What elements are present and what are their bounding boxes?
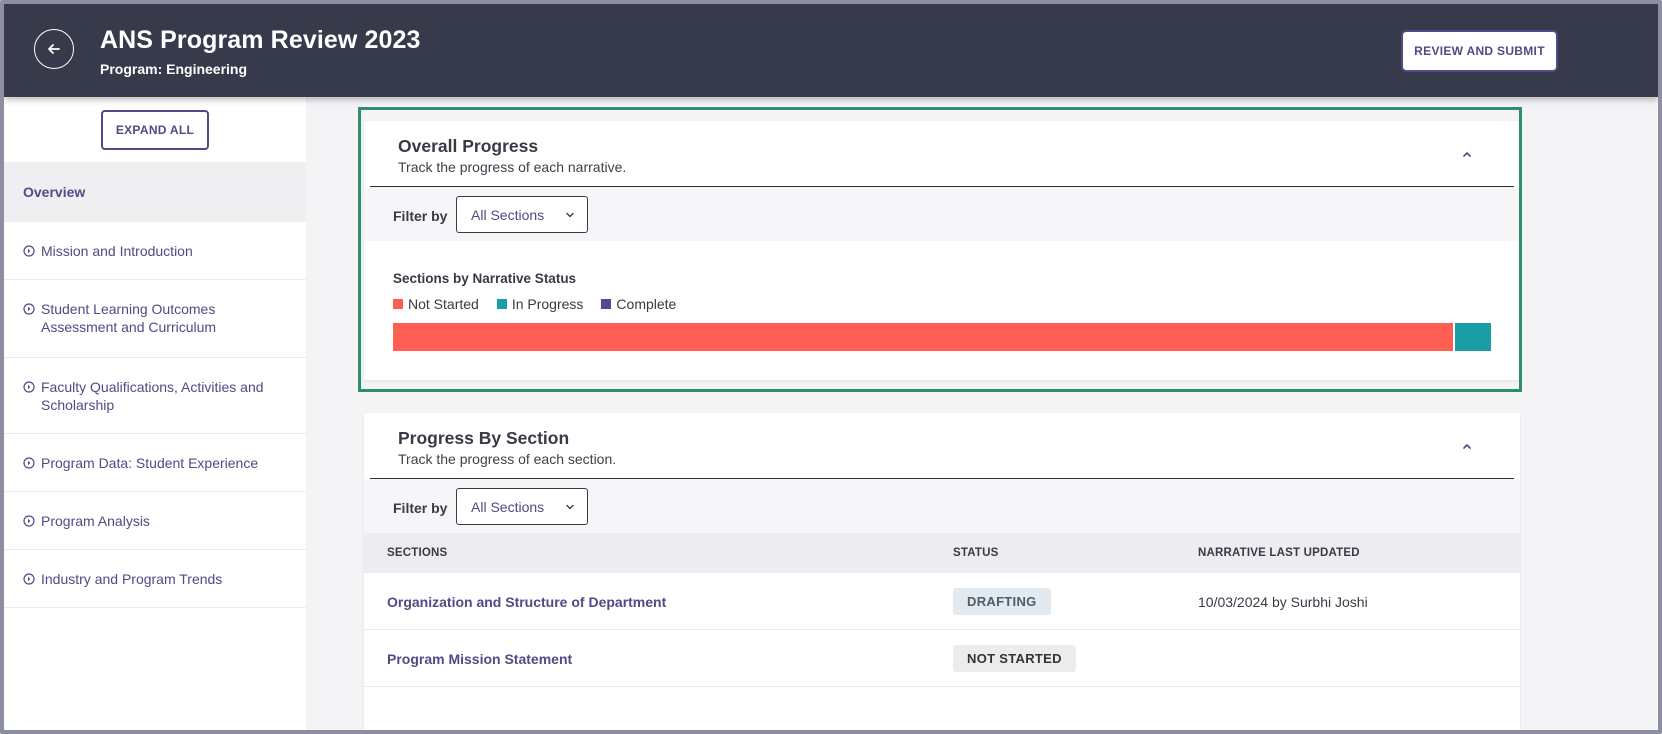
column-header-sections: SECTIONS (387, 547, 448, 559)
sidebar-item-label: Program Analysis (41, 513, 150, 529)
top-header: ANS Program Review 2023 Program: Enginee… (4, 4, 1658, 97)
progress-by-section-card: Progress By Section Track the progress o… (364, 413, 1520, 730)
sidebar-item-student-experience[interactable]: Program Data: Student Experience (4, 434, 306, 492)
chevron-up-icon[interactable] (1460, 147, 1474, 161)
legend-label: Not Started (408, 296, 479, 312)
sidebar-item-program-analysis[interactable]: Program Analysis (4, 492, 306, 550)
section-link[interactable]: Program Mission Statement (387, 651, 572, 667)
circle-play-icon (23, 381, 35, 393)
app-window: ANS Program Review 2023 Program: Enginee… (0, 0, 1662, 734)
legend-swatch (393, 299, 403, 309)
sidebar-item-label: Mission and Introduction (41, 243, 193, 259)
card-subtitle: Track the progress of each section. (398, 451, 617, 467)
status-stacked-bar (393, 323, 1491, 351)
expand-all-button[interactable]: EXPAND ALL (101, 110, 209, 150)
column-header-status: STATUS (953, 547, 999, 559)
card-title: Overall Progress (398, 136, 539, 156)
sidebar-item-label: Industry and Program Trends (41, 571, 223, 587)
sidebar-item-label: Student Learning Outcomes Assessment and… (41, 301, 217, 335)
card-subtitle: Track the progress of each narrative. (398, 159, 627, 175)
circle-play-icon (23, 515, 35, 527)
bar-segment-not-started (393, 323, 1453, 351)
circle-play-icon (23, 457, 35, 469)
sidebar-item-label: Overview (23, 184, 86, 200)
table-row: Organization and Structure of Department… (364, 573, 1520, 630)
chevron-down-icon (566, 504, 574, 510)
legend-label: In Progress (511, 296, 584, 312)
filter-bar: Filter by All Sections (364, 479, 1520, 533)
section-filter-select[interactable]: All Sections (456, 488, 588, 525)
sidebar-item-industry-trends[interactable]: Industry and Program Trends (4, 550, 306, 608)
legend-item-in-progress: In Progress (496, 296, 584, 312)
chart-title: Sections by Narrative Status (393, 271, 577, 286)
filter-label: Filter by (393, 208, 448, 224)
back-button[interactable] (34, 29, 74, 69)
main-content: Overall Progress Track the progress of e… (306, 97, 1658, 730)
sidebar-item-learning-outcomes[interactable]: Student Learning Outcomes Assessment and… (4, 280, 306, 358)
sidebar-item-label: Program Data: Student Experience (41, 455, 259, 471)
column-header-last-updated: NARRATIVE LAST UPDATED (1198, 547, 1360, 559)
section-filter-select[interactable]: All Sections (456, 196, 588, 233)
legend-swatch (496, 299, 507, 309)
overall-progress-card: Overall Progress Track the progress of e… (364, 121, 1520, 380)
section-link[interactable]: Organization and Structure of Department (387, 594, 666, 610)
sidebar: EXPAND ALL Overview Mission and Introduc… (4, 97, 306, 730)
legend-label: Complete (616, 296, 677, 312)
sidebar-item-label: Faculty Qualifications, Activities and S… (41, 379, 264, 413)
arrow-left-icon (48, 44, 60, 54)
page-subtitle: Program: Engineering (100, 61, 248, 77)
legend-item-complete: Complete (601, 296, 676, 312)
select-value: All Sections (471, 207, 545, 223)
sidebar-item-overview[interactable]: Overview (4, 162, 306, 222)
circle-play-icon (23, 245, 35, 257)
circle-play-icon (23, 573, 35, 585)
legend-swatch (601, 299, 612, 309)
sidebar-item-faculty[interactable]: Faculty Qualifications, Activities and S… (4, 358, 306, 434)
select-value: All Sections (471, 499, 545, 515)
table-row: Program Mission Statement NOT STARTED (364, 630, 1520, 687)
filter-label: Filter by (393, 500, 448, 516)
card-title: Progress By Section (398, 428, 570, 448)
bar-segment-in-progress (1455, 323, 1491, 351)
chevron-up-icon[interactable] (1460, 439, 1474, 453)
sidebar-item-mission[interactable]: Mission and Introduction (4, 222, 306, 280)
page-title: ANS Program Review 2023 (100, 26, 421, 54)
last-updated-text: 10/03/2024 by Surbhi Joshi (1198, 594, 1368, 610)
filter-bar: Filter by All Sections (364, 187, 1520, 241)
circle-play-icon (23, 303, 35, 315)
chart-legend: Not Started In Progress Complete (393, 296, 676, 312)
status-badge: NOT STARTED (953, 645, 1076, 672)
review-and-submit-button[interactable]: REVIEW AND SUBMIT (1401, 30, 1558, 72)
chevron-down-icon (566, 212, 574, 218)
table-header: SECTIONS STATUS NARRATIVE LAST UPDATED (364, 533, 1520, 573)
legend-item-not-started: Not Started (393, 296, 479, 312)
status-badge: DRAFTING (953, 588, 1051, 615)
